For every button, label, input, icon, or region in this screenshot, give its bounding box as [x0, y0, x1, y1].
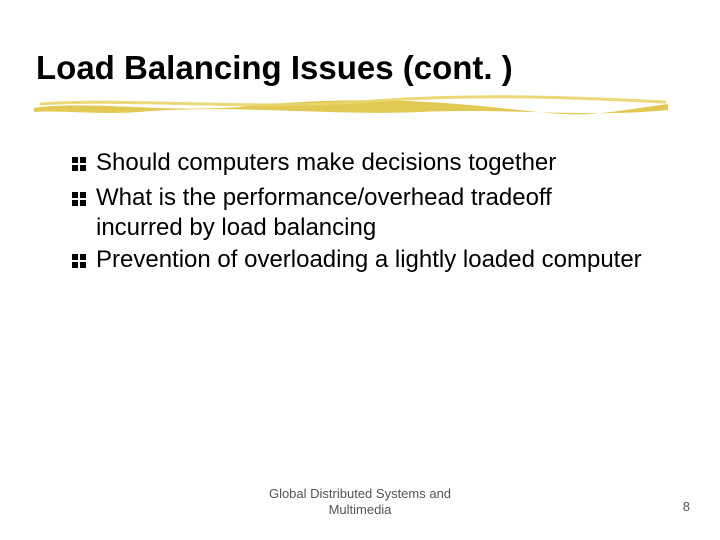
- slide-title: Load Balancing Issues (cont. ): [36, 50, 684, 86]
- bullet-text: Should computers make decisions together: [96, 148, 644, 178]
- bullet-icon: [70, 248, 88, 278]
- footer-line-2: Multimedia: [0, 502, 720, 518]
- footer-text: Global Distributed Systems and Multimedi…: [0, 486, 720, 519]
- bullet-text: What is the performance/overhead tradeof…: [96, 183, 644, 243]
- list-item: What is the performance/overhead tradeof…: [70, 183, 644, 243]
- list-item: Prevention of overloading a lightly load…: [70, 245, 644, 278]
- slide: Load Balancing Issues (cont. ) Should co…: [0, 0, 720, 540]
- bullet-icon: [70, 186, 88, 216]
- footer-line-1: Global Distributed Systems and: [0, 486, 720, 502]
- bullet-list: Should computers make decisions together…: [36, 148, 684, 278]
- bullet-text: Prevention of overloading a lightly load…: [96, 245, 644, 275]
- list-item: Should computers make decisions together: [70, 148, 644, 181]
- page-number: 8: [683, 499, 690, 514]
- brushstroke-icon: [30, 94, 710, 118]
- title-underline: [36, 96, 684, 122]
- bullet-icon: [70, 151, 88, 181]
